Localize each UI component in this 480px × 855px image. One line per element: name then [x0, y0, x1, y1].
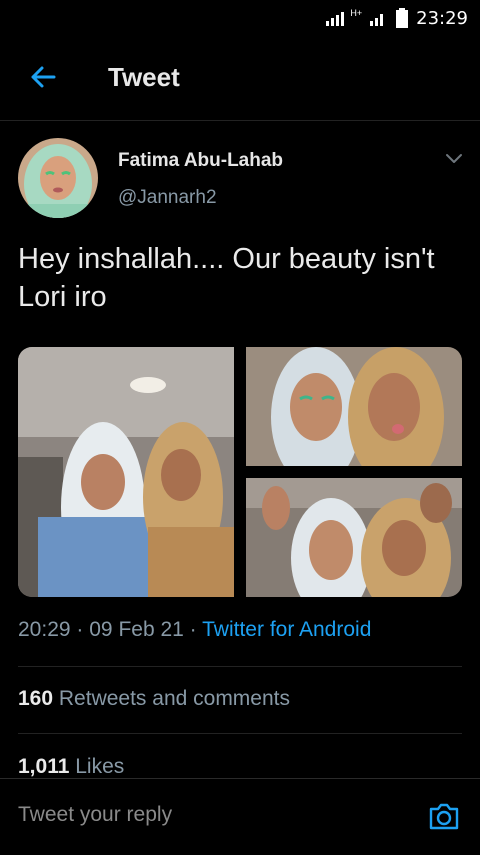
photo-2-image	[246, 347, 462, 466]
camera-icon[interactable]	[428, 801, 460, 831]
page-title: Tweet	[108, 62, 180, 92]
tweet-text: Hey inshallah.... Our beauty isn't Lori …	[18, 243, 435, 313]
app-bar: Tweet	[0, 36, 480, 121]
battery-icon	[396, 8, 409, 28]
photo-1-image	[18, 347, 234, 597]
reply-bar: Tweet your reply	[0, 778, 480, 855]
retweets-count: 160	[18, 687, 54, 710]
tweet-date: 09 Feb 21	[89, 618, 184, 641]
tweet-photo-3[interactable]	[246, 478, 462, 597]
reply-input[interactable]: Tweet your reply	[18, 803, 172, 827]
chevron-down-icon[interactable]	[444, 152, 464, 166]
avatar[interactable]	[18, 138, 98, 218]
status-icons: H+ 23:29	[326, 7, 468, 29]
tweet-meta: 20:29 · 09 Feb 21 · Twitter for Android	[18, 618, 371, 642]
likes-label: Likes	[75, 755, 125, 778]
retweets-label: Retweets and comments	[58, 687, 290, 710]
author-handle[interactable]: @Jannarh2	[118, 187, 217, 209]
divider	[18, 666, 462, 667]
tweet-photo-2[interactable]	[246, 347, 462, 466]
status-time: 23:29	[416, 7, 468, 29]
signal-icon-2	[370, 14, 384, 26]
meta-separator: ·	[76, 618, 84, 641]
author-name[interactable]: Fatima Abu-Lahab	[118, 150, 283, 172]
divider	[18, 733, 462, 734]
signal-icon	[326, 12, 345, 26]
avatar-image	[18, 138, 98, 218]
meta-separator-2: ·	[189, 618, 197, 641]
network-type-label: H+	[350, 8, 363, 18]
likes-count: 1,011	[18, 755, 70, 778]
likes-stat[interactable]: 1,011 Likes	[18, 755, 124, 779]
photo-3-image	[246, 478, 462, 597]
status-bar: H+ 23:29	[0, 0, 480, 36]
retweets-stat[interactable]: 160 Retweets and comments	[18, 687, 290, 711]
tweet-source-link[interactable]: Twitter for Android	[202, 618, 371, 641]
arrow-left-icon[interactable]	[28, 62, 58, 92]
tweet-photo-1[interactable]	[18, 347, 234, 597]
tweet-time: 20:29	[18, 618, 71, 641]
